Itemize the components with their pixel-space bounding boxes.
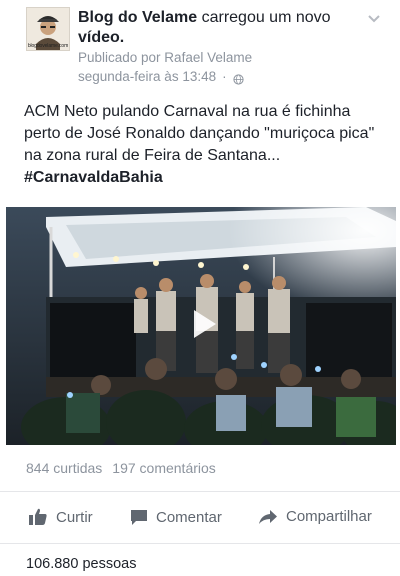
avatar-caption: blogdovelame.com <box>27 43 69 49</box>
page-avatar[interactable]: blogdovelame.com <box>26 7 70 51</box>
globe-icon <box>233 71 244 85</box>
comment-button[interactable]: Comentar <box>130 508 222 526</box>
post-body-text: ACM Neto pulando Carnaval na rua é fichi… <box>24 103 375 164</box>
like-button[interactable]: Curtir <box>28 508 93 526</box>
post-header: blogdovelame.com Blog do Velame carregou… <box>0 0 400 92</box>
video-player[interactable] <box>6 207 396 445</box>
timestamp-link[interactable]: segunda-feira às 13:48 <box>78 67 216 86</box>
share-arrow-icon <box>259 509 277 524</box>
comment-label: Comentar <box>156 508 222 526</box>
header-text: Blog do Velame carregou um novo vídeo. P… <box>78 8 368 86</box>
meta-separator: · <box>222 69 227 84</box>
action-object-link[interactable]: vídeo. <box>78 29 124 46</box>
thumbs-up-icon <box>29 508 47 525</box>
likes-count[interactable]: 844 curtidas <box>26 460 102 476</box>
action-bar: Curtir Comentar Compartilhar <box>0 500 400 538</box>
stats-divider <box>0 491 400 492</box>
actions-divider <box>0 543 400 544</box>
chevron-down-icon[interactable] <box>366 12 382 26</box>
play-icon <box>194 310 216 338</box>
post-headline: Blog do Velame carregou um novo vídeo. <box>78 8 368 48</box>
comments-count[interactable]: 197 comentários <box>112 460 216 476</box>
post-stats: 844 curtidas 197 comentários <box>26 460 216 476</box>
post-meta: segunda-feira às 13:48 · <box>78 67 368 86</box>
share-label: Compartilhar <box>286 508 372 525</box>
hashtag-link[interactable]: #CarnavaldaBahia <box>24 169 163 186</box>
action-text: carregou um novo <box>197 9 331 26</box>
post-text: ACM Neto pulando Carnaval na rua é fichi… <box>24 101 384 189</box>
page-name-link[interactable]: Blog do Velame <box>78 9 197 26</box>
published-by: Publicado por Rafael Velame <box>78 50 253 65</box>
comment-icon <box>131 510 147 525</box>
share-button[interactable]: Compartilhar <box>258 508 372 525</box>
like-label: Curtir <box>56 508 93 526</box>
play-button[interactable] <box>186 307 220 341</box>
reach-count: 106.880 pessoas <box>26 556 137 572</box>
